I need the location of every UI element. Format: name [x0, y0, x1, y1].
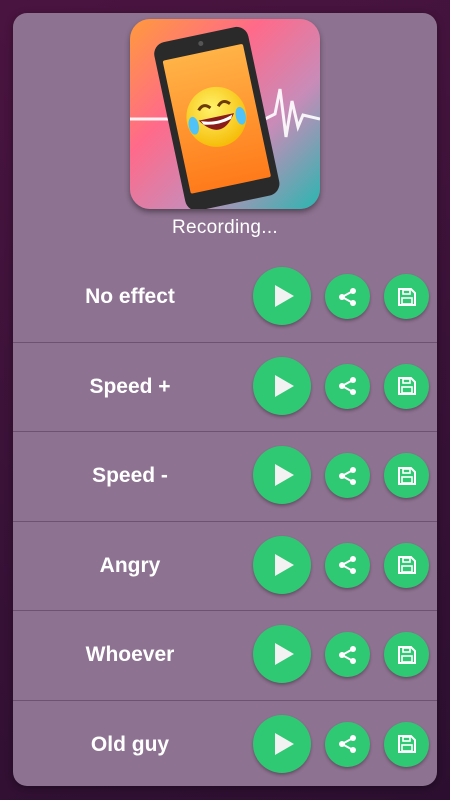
- play-button[interactable]: [253, 714, 311, 773]
- effect-label: Old guy: [90, 732, 170, 756]
- play-button[interactable]: [253, 625, 311, 683]
- share-button[interactable]: [325, 363, 370, 409]
- save-button[interactable]: [384, 721, 429, 767]
- header: Recording...: [13, 13, 437, 253]
- play-icon: [272, 731, 296, 757]
- save-icon: [397, 645, 416, 664]
- recording-status: Recording...: [171, 217, 279, 238]
- share-icon: [338, 376, 358, 396]
- share-button[interactable]: [325, 632, 370, 677]
- effect-row: Whoever: [13, 611, 437, 701]
- play-button[interactable]: [253, 446, 311, 504]
- save-button[interactable]: [384, 632, 429, 677]
- play-icon: [272, 552, 296, 578]
- effect-row: Old guy: [13, 701, 437, 787]
- effect-row: Speed -: [13, 432, 437, 522]
- main-card: Recording... No effect Speed + Speed - Angr…: [13, 13, 437, 786]
- effects-list: No effect Speed + Speed - Angry Whoever Old g…: [13, 253, 437, 786]
- save-button[interactable]: [384, 453, 429, 498]
- share-button[interactable]: [325, 542, 370, 588]
- save-button[interactable]: [384, 363, 429, 409]
- effect-label: Speed -: [92, 464, 168, 487]
- save-button[interactable]: [384, 542, 429, 588]
- share-button[interactable]: [325, 721, 370, 767]
- effect-row: Speed +: [13, 343, 437, 432]
- share-icon: [338, 555, 358, 575]
- save-icon: [397, 287, 416, 306]
- save-icon: [397, 556, 416, 574]
- effect-label: Speed +: [89, 374, 171, 398]
- save-icon: [397, 735, 416, 753]
- app-logo-icon: [130, 19, 320, 209]
- play-button[interactable]: [253, 356, 311, 415]
- play-button[interactable]: [253, 267, 311, 325]
- share-icon: [338, 645, 358, 665]
- play-icon: [272, 283, 296, 309]
- play-icon: [272, 641, 296, 667]
- save-icon: [397, 466, 416, 485]
- share-icon: [338, 734, 358, 754]
- share-button[interactable]: [325, 274, 370, 319]
- save-button[interactable]: [384, 274, 429, 319]
- share-icon: [338, 287, 358, 307]
- play-icon: [272, 373, 296, 399]
- play-button[interactable]: [253, 535, 311, 594]
- effect-label: No effect: [85, 285, 175, 308]
- effect-row: Angry: [13, 522, 437, 611]
- play-icon: [272, 462, 296, 488]
- share-button[interactable]: [325, 453, 370, 498]
- share-icon: [338, 466, 358, 486]
- effect-row: No effect: [13, 253, 437, 343]
- effect-label: Whoever: [85, 643, 175, 666]
- effect-label: Angry: [99, 553, 161, 577]
- save-icon: [397, 377, 416, 395]
